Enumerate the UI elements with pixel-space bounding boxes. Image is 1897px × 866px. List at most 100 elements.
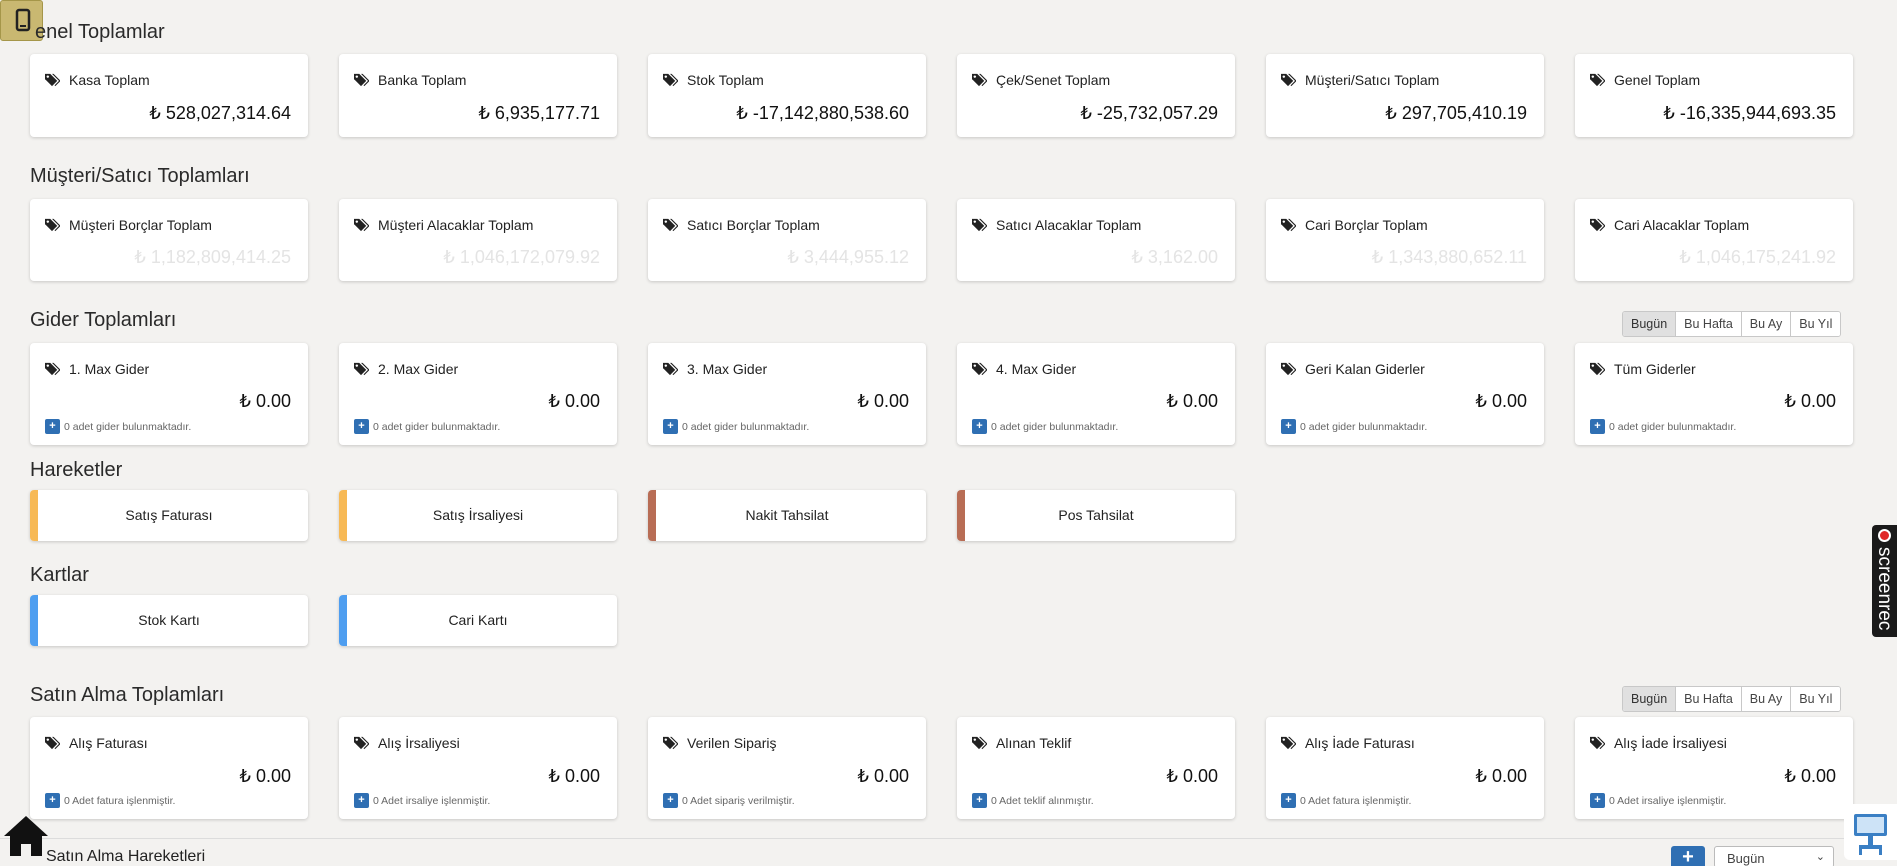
card-label: Alınan Teklif [996, 735, 1072, 751]
color-bar [339, 595, 347, 646]
card-header: Geri Kalan Giderler [1280, 361, 1425, 377]
add-icon[interactable]: + [1590, 419, 1605, 434]
card-header: 3. Max Gider [662, 361, 767, 377]
tag-icon [1590, 736, 1605, 750]
bottom-panel-header: Satın Alma Hareketleri [0, 838, 1897, 866]
add-icon[interactable]: + [663, 419, 678, 434]
period-button-1[interactable]: Bu Hafta [1675, 687, 1741, 711]
genel-card: Müşteri/Satıcı Toplam ₺ 297,705,410.19 [1266, 54, 1544, 137]
add-icon[interactable]: + [663, 793, 678, 808]
card-header: Cari Borçlar Toplam [1280, 217, 1428, 233]
card-note: +0 adet gider bulunmaktadır. [1590, 419, 1736, 434]
color-bar [339, 490, 347, 541]
card-value: ₺ 0.00 [1784, 766, 1837, 786]
hareketler-row: Satış Faturası Satış İrsaliyesi Nakit Tahs… [30, 490, 1235, 541]
card-value: ₺ 1,182,809,414.25 [134, 247, 291, 267]
add-icon[interactable]: + [1590, 793, 1605, 808]
card-label: Alış İade İrsaliyesi [1614, 735, 1727, 751]
card-label: Cari Alacaklar Toplam [1614, 217, 1750, 233]
action-label: Pos Tahsilat [1058, 507, 1134, 523]
hareket-action-card[interactable]: Nakit Tahsilat [648, 490, 926, 541]
period-button-0[interactable]: Bugün [1623, 312, 1676, 336]
home-button[interactable] [0, 806, 52, 862]
card-note-text: 0 adet gider bulunmaktadır. [682, 420, 810, 433]
tag-icon [45, 73, 60, 87]
card-label: Banka Toplam [378, 72, 467, 88]
card-label: Tüm Giderler [1614, 361, 1696, 377]
card-header: Müşteri Borçlar Toplam [44, 217, 212, 233]
card-label: Verilen Sipariş [687, 735, 777, 751]
card-label: 3. Max Gider [687, 361, 768, 377]
period-button-2[interactable]: Bu Ay [1740, 312, 1791, 336]
gider-card: Geri Kalan Giderler ₺ 0.00 +0 adet gider b… [1266, 343, 1544, 445]
add-icon[interactable]: + [1281, 419, 1296, 434]
card-label: Müşteri Borçlar Toplam [69, 217, 212, 233]
tag-icon [1590, 73, 1605, 87]
card-value: ₺ 3,162.00 [1131, 247, 1218, 267]
tag-icon [663, 73, 678, 87]
tag-icon [1590, 362, 1605, 376]
card-header: 1. Max Gider [44, 361, 149, 377]
card-label: Alış İrsaliyesi [378, 735, 460, 751]
satin-alma-period-toggle: Bugün Bu Hafta Bu Ay Bu Yıl [1622, 686, 1842, 712]
presentation-button[interactable] [1844, 804, 1897, 860]
tag-icon [354, 73, 369, 87]
tag-icon [354, 736, 369, 750]
section-title-hareketler: Hareketler [30, 459, 123, 481]
tag-icon [972, 73, 987, 87]
add-button[interactable]: + [1671, 846, 1705, 866]
musteri-card: Cari Alacaklar Toplam ₺ 1,046,175,241.92 [1575, 199, 1853, 281]
period-button-0[interactable]: Bugün [1623, 687, 1676, 711]
hareket-action-card[interactable]: Satış Faturası [30, 490, 308, 541]
add-icon[interactable]: + [972, 793, 987, 808]
satin-alma-card: Alınan Teklif ₺ 0.00 +0 Adet teklif alınmı… [957, 717, 1235, 819]
card-value: ₺ 0.00 [1784, 391, 1837, 411]
color-bar [648, 490, 656, 541]
screenrec-widget[interactable]: screenrec [1872, 525, 1897, 637]
period-button-1[interactable]: Bu Hafta [1675, 312, 1741, 336]
gider-card: 2. Max Gider ₺ 0.00 +0 adet gider bulunmak… [339, 343, 617, 445]
genel-card: Çek/Senet Toplam ₺ -25,732,057.29 [957, 54, 1235, 137]
genel-cards-row: Kasa Toplam ₺ 528,027,314.64 Banka Toplam ₺… [30, 54, 1853, 137]
add-icon[interactable]: + [972, 419, 987, 434]
card-header: Satıcı Alacaklar Toplam [971, 217, 1141, 233]
card-label: 4. Max Gider [996, 361, 1077, 377]
card-value: ₺ 0.00 [1475, 391, 1528, 411]
tag-icon [354, 218, 369, 232]
card-header: Müşteri Alacaklar Toplam [353, 217, 533, 233]
card-note-text: 0 adet gider bulunmaktadır. [1300, 420, 1428, 433]
section-title-kartlar: Kartlar [30, 564, 89, 586]
card-header: Kasa Toplam [44, 72, 150, 88]
card-value: ₺ 1,046,172,079.92 [443, 247, 600, 267]
satin-alma-card: Alış İade İrsaliyesi ₺ 0.00 +0 Adet irsali… [1575, 717, 1853, 819]
card-note-text: 0 Adet fatura işlenmiştir. [64, 794, 176, 807]
add-icon[interactable]: + [354, 419, 369, 434]
card-note: +0 adet gider bulunmaktadır. [45, 419, 191, 434]
add-icon[interactable]: + [45, 419, 60, 434]
card-value: ₺ -17,142,880,538.60 [736, 103, 909, 123]
card-value: ₺ 0.00 [239, 391, 292, 411]
card-label: Müşteri/Satıcı Toplam [1305, 72, 1440, 88]
period-select[interactable]: Bugün ⌄ [1714, 846, 1834, 866]
kartlar-row: Stok Kartı Cari Kartı [30, 595, 617, 646]
period-button-3[interactable]: Bu Yıl [1790, 312, 1841, 336]
card-header: Banka Toplam [353, 72, 466, 88]
card-header: Verilen Sipariş [662, 735, 777, 751]
kart-action-card[interactable]: Cari Kartı [339, 595, 617, 646]
period-button-3[interactable]: Bu Yıl [1790, 687, 1841, 711]
tag-icon [354, 362, 369, 376]
card-value: ₺ 0.00 [1166, 766, 1219, 786]
kart-action-card[interactable]: Stok Kartı [30, 595, 308, 646]
tag-icon [45, 218, 60, 232]
card-note-text: 0 adet gider bulunmaktadır. [64, 420, 192, 433]
add-icon[interactable]: + [354, 793, 369, 808]
period-button-2[interactable]: Bu Ay [1740, 687, 1791, 711]
add-icon[interactable]: + [1281, 793, 1296, 808]
card-header: Alış İade Faturası [1280, 735, 1415, 751]
hareket-action-card[interactable]: Pos Tahsilat [957, 490, 1235, 541]
section-title-genel: enel Toplamlar [35, 21, 165, 43]
hareket-action-card[interactable]: Satış İrsaliyesi [339, 490, 617, 541]
satin-alma-cards-row: Alış Faturası ₺ 0.00 +0 Adet fatura işlenm… [30, 717, 1853, 819]
card-header: Stok Toplam [662, 72, 764, 88]
action-label: Nakit Tahsilat [745, 507, 829, 523]
